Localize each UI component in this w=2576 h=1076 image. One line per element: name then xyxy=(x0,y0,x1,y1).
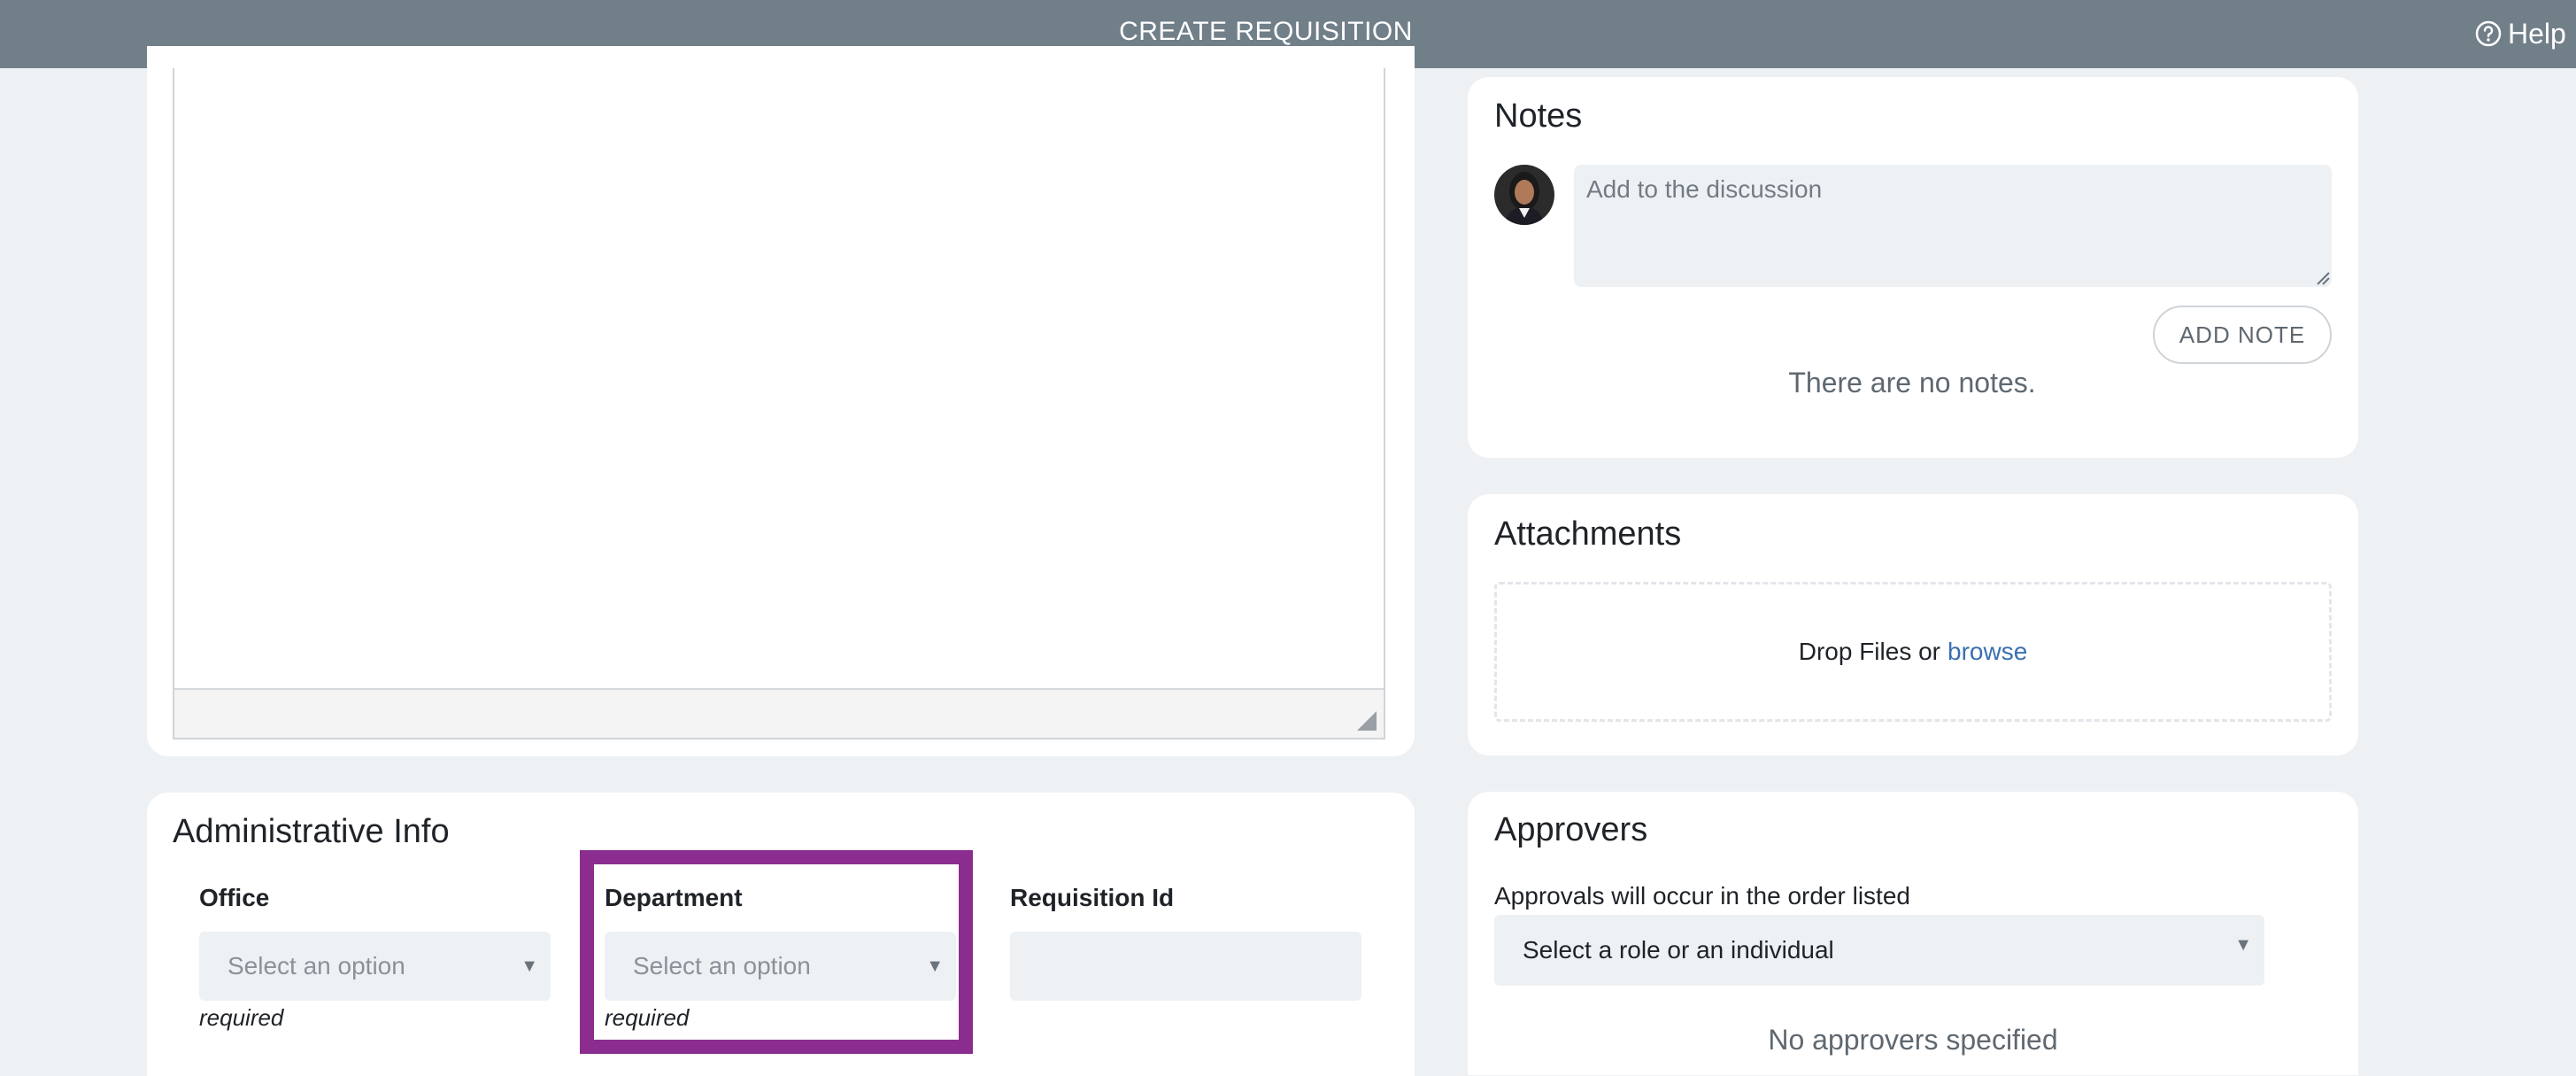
office-label: Office xyxy=(199,884,270,911)
description-editor[interactable] xyxy=(173,68,1385,739)
question-circle-icon xyxy=(2475,20,2502,47)
caret-down-icon: ▼ xyxy=(926,956,944,976)
help-label: Help xyxy=(2508,17,2566,50)
file-dropzone[interactable]: Drop Files or browse xyxy=(1494,582,2332,722)
office-select[interactable]: Select an option ▼ xyxy=(199,932,551,1001)
requisition-id-label: Requisition Id xyxy=(1010,884,1175,911)
approvers-subtitle: Approvals will occur in the order listed xyxy=(1494,882,1910,910)
department-select-value: Select an option xyxy=(633,952,811,979)
notes-empty-text: There are no notes. xyxy=(1788,367,2036,399)
add-note-button[interactable]: ADD NOTE xyxy=(2153,306,2332,364)
department-required-hint: required xyxy=(605,1004,690,1031)
attachments-title: Attachments xyxy=(1494,515,1682,553)
office-select-value: Select an option xyxy=(228,952,405,979)
drop-files-text: Drop Files or xyxy=(1798,638,1940,665)
resize-grip-icon[interactable] xyxy=(2314,269,2330,285)
avatar xyxy=(1494,165,1554,225)
requisition-id-input[interactable] xyxy=(1010,932,1361,1001)
help-button[interactable]: Help xyxy=(2474,16,2566,51)
notes-title: Notes xyxy=(1494,97,1583,135)
office-required-hint: required xyxy=(199,1004,284,1031)
approver-select[interactable]: Select a role or an individual ▼ xyxy=(1494,915,2264,986)
browse-link[interactable]: browse xyxy=(1947,638,2027,666)
admin-info-title: Administrative Info xyxy=(173,813,450,850)
notes-input[interactable] xyxy=(1574,165,2332,287)
editor-status-bar xyxy=(174,688,1384,738)
resize-grip-icon[interactable] xyxy=(1357,711,1377,731)
department-select[interactable]: Select an option ▼ xyxy=(605,932,956,1001)
caret-down-icon: ▼ xyxy=(521,956,538,976)
caret-down-icon: ▼ xyxy=(2234,935,2252,955)
approvers-empty-text: No approvers specified xyxy=(1768,1024,2058,1056)
approvers-title: Approvers xyxy=(1494,811,1648,848)
department-label: Department xyxy=(605,884,743,911)
user-avatar-icon xyxy=(1494,165,1554,225)
approver-select-value: Select a role or an individual xyxy=(1523,936,1834,964)
